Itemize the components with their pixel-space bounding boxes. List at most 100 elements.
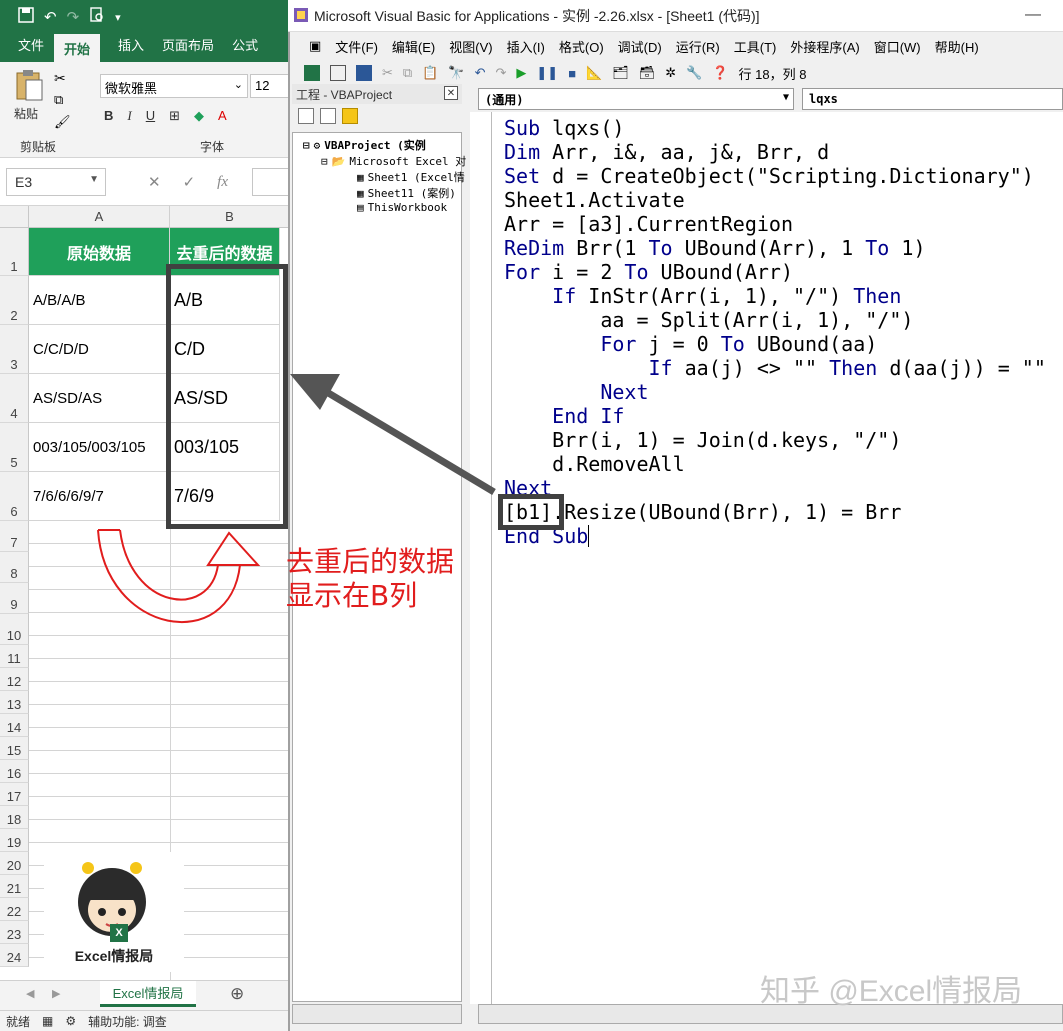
row-header[interactable]: 20 bbox=[0, 852, 29, 875]
reset-icon[interactable]: ■ bbox=[568, 66, 576, 81]
add-sheet-icon[interactable]: ⊕ bbox=[230, 984, 244, 1004]
row-header[interactable]: 12 bbox=[0, 668, 29, 691]
row-header[interactable]: 1 bbox=[0, 228, 29, 276]
row-header[interactable]: 5 bbox=[0, 423, 29, 472]
row-header[interactable]: 21 bbox=[0, 875, 29, 898]
underline-button[interactable]: U bbox=[146, 108, 155, 124]
row-header[interactable]: 2 bbox=[0, 276, 29, 325]
menu-window[interactable]: 窗口(W) bbox=[867, 37, 928, 56]
menu-file[interactable]: 文件(F) bbox=[328, 37, 385, 56]
project-explorer-icon[interactable]: 🗂 bbox=[612, 65, 629, 81]
tab-file[interactable]: 文件 bbox=[18, 34, 44, 62]
view-object-icon[interactable] bbox=[320, 108, 336, 124]
qat-more-icon[interactable]: ▾ bbox=[115, 11, 121, 24]
object-browser-icon[interactable]: ✲ bbox=[665, 65, 676, 81]
row-header[interactable]: 16 bbox=[0, 760, 29, 783]
row-header[interactable]: 10 bbox=[0, 614, 29, 645]
copy-icon[interactable]: ⧉ bbox=[403, 65, 412, 81]
confirm-icon[interactable]: ✓ bbox=[183, 173, 196, 191]
row-header[interactable]: 7 bbox=[0, 521, 29, 552]
properties-icon[interactable]: 🗃 bbox=[639, 65, 656, 81]
row-header[interactable]: 15 bbox=[0, 737, 29, 760]
menu-insert[interactable]: 插入(I) bbox=[500, 37, 552, 56]
tree-item-thisworkbook[interactable]: ▤ ThisWorkbook bbox=[357, 201, 447, 214]
copy-icon[interactable]: ⧉ bbox=[54, 92, 63, 108]
insert-function-button[interactable]: fx bbox=[217, 174, 228, 191]
save-icon[interactable] bbox=[18, 7, 34, 27]
redo-icon[interactable]: ↷ bbox=[67, 8, 80, 26]
print-preview-icon[interactable] bbox=[89, 7, 105, 27]
tab-insert[interactable]: 插入 bbox=[118, 34, 144, 62]
save-icon[interactable] bbox=[356, 65, 372, 81]
menu-format[interactable]: 格式(O) bbox=[552, 37, 611, 56]
redo-icon[interactable]: ↷ bbox=[495, 65, 506, 81]
tree-item-sheet11[interactable]: ▦ Sheet11 (案例) bbox=[357, 185, 456, 201]
code-line[interactable]: Sub lqxs() bbox=[504, 116, 624, 140]
border-icon[interactable]: ⊞ bbox=[169, 108, 180, 124]
row-header[interactable]: 6 bbox=[0, 472, 29, 521]
code-line[interactable]: Arr = [a3].CurrentRegion bbox=[504, 212, 793, 236]
vba-menu-icon[interactable]: ▣ bbox=[302, 38, 328, 54]
procedure-combo[interactable]: lqxs bbox=[802, 88, 1063, 110]
code-line[interactable]: Set d = CreateObject("Scripting.Dictiona… bbox=[504, 164, 1034, 188]
row-header[interactable]: 23 bbox=[0, 921, 29, 944]
menu-addins[interactable]: 外接程序(A) bbox=[783, 37, 866, 56]
design-mode-icon[interactable]: 📐 bbox=[586, 65, 602, 81]
object-combo[interactable]: (通用) ▼ bbox=[478, 88, 794, 110]
column-header-b[interactable]: B bbox=[170, 206, 290, 228]
menu-tools[interactable]: 工具(T) bbox=[727, 37, 784, 56]
column-header-a[interactable]: A bbox=[29, 206, 170, 228]
cut-icon[interactable]: ✂ bbox=[382, 65, 393, 81]
row-header[interactable]: 9 bbox=[0, 583, 29, 614]
toolbox-icon[interactable]: 🔧 bbox=[686, 65, 702, 81]
minimize-icon[interactable]: — bbox=[1025, 6, 1041, 24]
fill-color-icon[interactable]: ◆ bbox=[194, 108, 204, 124]
code-line[interactable]: d.RemoveAll bbox=[504, 452, 684, 476]
paste-icon[interactable]: 📋 bbox=[422, 65, 438, 81]
insert-module-icon[interactable] bbox=[330, 65, 346, 81]
tab-home[interactable]: 开始 bbox=[54, 34, 101, 62]
tree-item-sheet1[interactable]: ▦ Sheet1 (Excel情 bbox=[357, 169, 465, 185]
undo-icon[interactable]: ↶ bbox=[44, 8, 57, 26]
tab-formulas[interactable]: 公式 bbox=[232, 34, 258, 62]
paste-button[interactable]: 粘贴 bbox=[14, 68, 44, 122]
menu-view[interactable]: 视图(V) bbox=[442, 37, 499, 56]
formula-input[interactable] bbox=[252, 168, 290, 196]
code-line[interactable]: For j = 0 To UBound(aa) bbox=[504, 332, 877, 356]
code-line[interactable]: For i = 2 To UBound(Arr) bbox=[504, 260, 793, 284]
row-header[interactable]: 14 bbox=[0, 714, 29, 737]
row-header[interactable]: 3 bbox=[0, 325, 29, 374]
row-header[interactable]: 19 bbox=[0, 829, 29, 852]
row-header[interactable]: 4 bbox=[0, 374, 29, 423]
row-header[interactable]: 11 bbox=[0, 645, 29, 668]
font-size-select[interactable]: 12 bbox=[250, 74, 290, 98]
code-line[interactable]: aa = Split(Arr(i, 1), "/") bbox=[504, 308, 913, 332]
code-line[interactable]: Brr(i, 1) = Join(d.keys, "/") bbox=[504, 428, 901, 452]
tree-item-excel-objects[interactable]: ⊟ 📂 Microsoft Excel 对 bbox=[321, 153, 466, 169]
sheet-tab-active[interactable]: Excel情报局 bbox=[100, 981, 196, 1007]
next-sheet-icon[interactable]: ▶ bbox=[52, 987, 60, 1000]
undo-icon[interactable]: ↶ bbox=[475, 65, 486, 81]
bold-button[interactable]: B bbox=[104, 108, 113, 124]
code-line[interactable]: End If bbox=[504, 404, 624, 428]
code-line[interactable]: ReDim Brr(1 To UBound(Arr), 1 To 1) bbox=[504, 236, 925, 260]
find-icon[interactable]: 🔭 bbox=[448, 65, 464, 81]
row-header[interactable]: 17 bbox=[0, 783, 29, 806]
row-header[interactable]: 18 bbox=[0, 806, 29, 829]
format-painter-icon[interactable]: 🖌 bbox=[54, 114, 71, 130]
tree-item-vbaproject[interactable]: ⊟ ⚙ VBAProject (实例 bbox=[303, 137, 426, 153]
view-code-icon[interactable] bbox=[298, 108, 314, 124]
cell-a4[interactable]: AS/SD/AS bbox=[29, 374, 170, 423]
collapse-icon[interactable]: ⊟ bbox=[303, 139, 310, 152]
font-name-select[interactable]: 微软雅黑 ⌄ bbox=[100, 74, 248, 98]
view-excel-icon[interactable] bbox=[304, 65, 320, 81]
cell-a1-header[interactable]: 原始数据 bbox=[29, 228, 170, 276]
collapse-icon[interactable]: ⊟ bbox=[321, 155, 328, 168]
project-hscroll[interactable] bbox=[292, 1004, 462, 1024]
menu-edit[interactable]: 编辑(E) bbox=[385, 37, 442, 56]
code-line[interactable]: Dim Arr, i&, aa, j&, Brr, d bbox=[504, 140, 829, 164]
code-line[interactable]: Next bbox=[504, 380, 648, 404]
prev-sheet-icon[interactable]: ◀ bbox=[26, 987, 34, 1000]
menu-help[interactable]: 帮助(H) bbox=[928, 37, 986, 56]
font-color-button[interactable]: A bbox=[218, 108, 227, 124]
